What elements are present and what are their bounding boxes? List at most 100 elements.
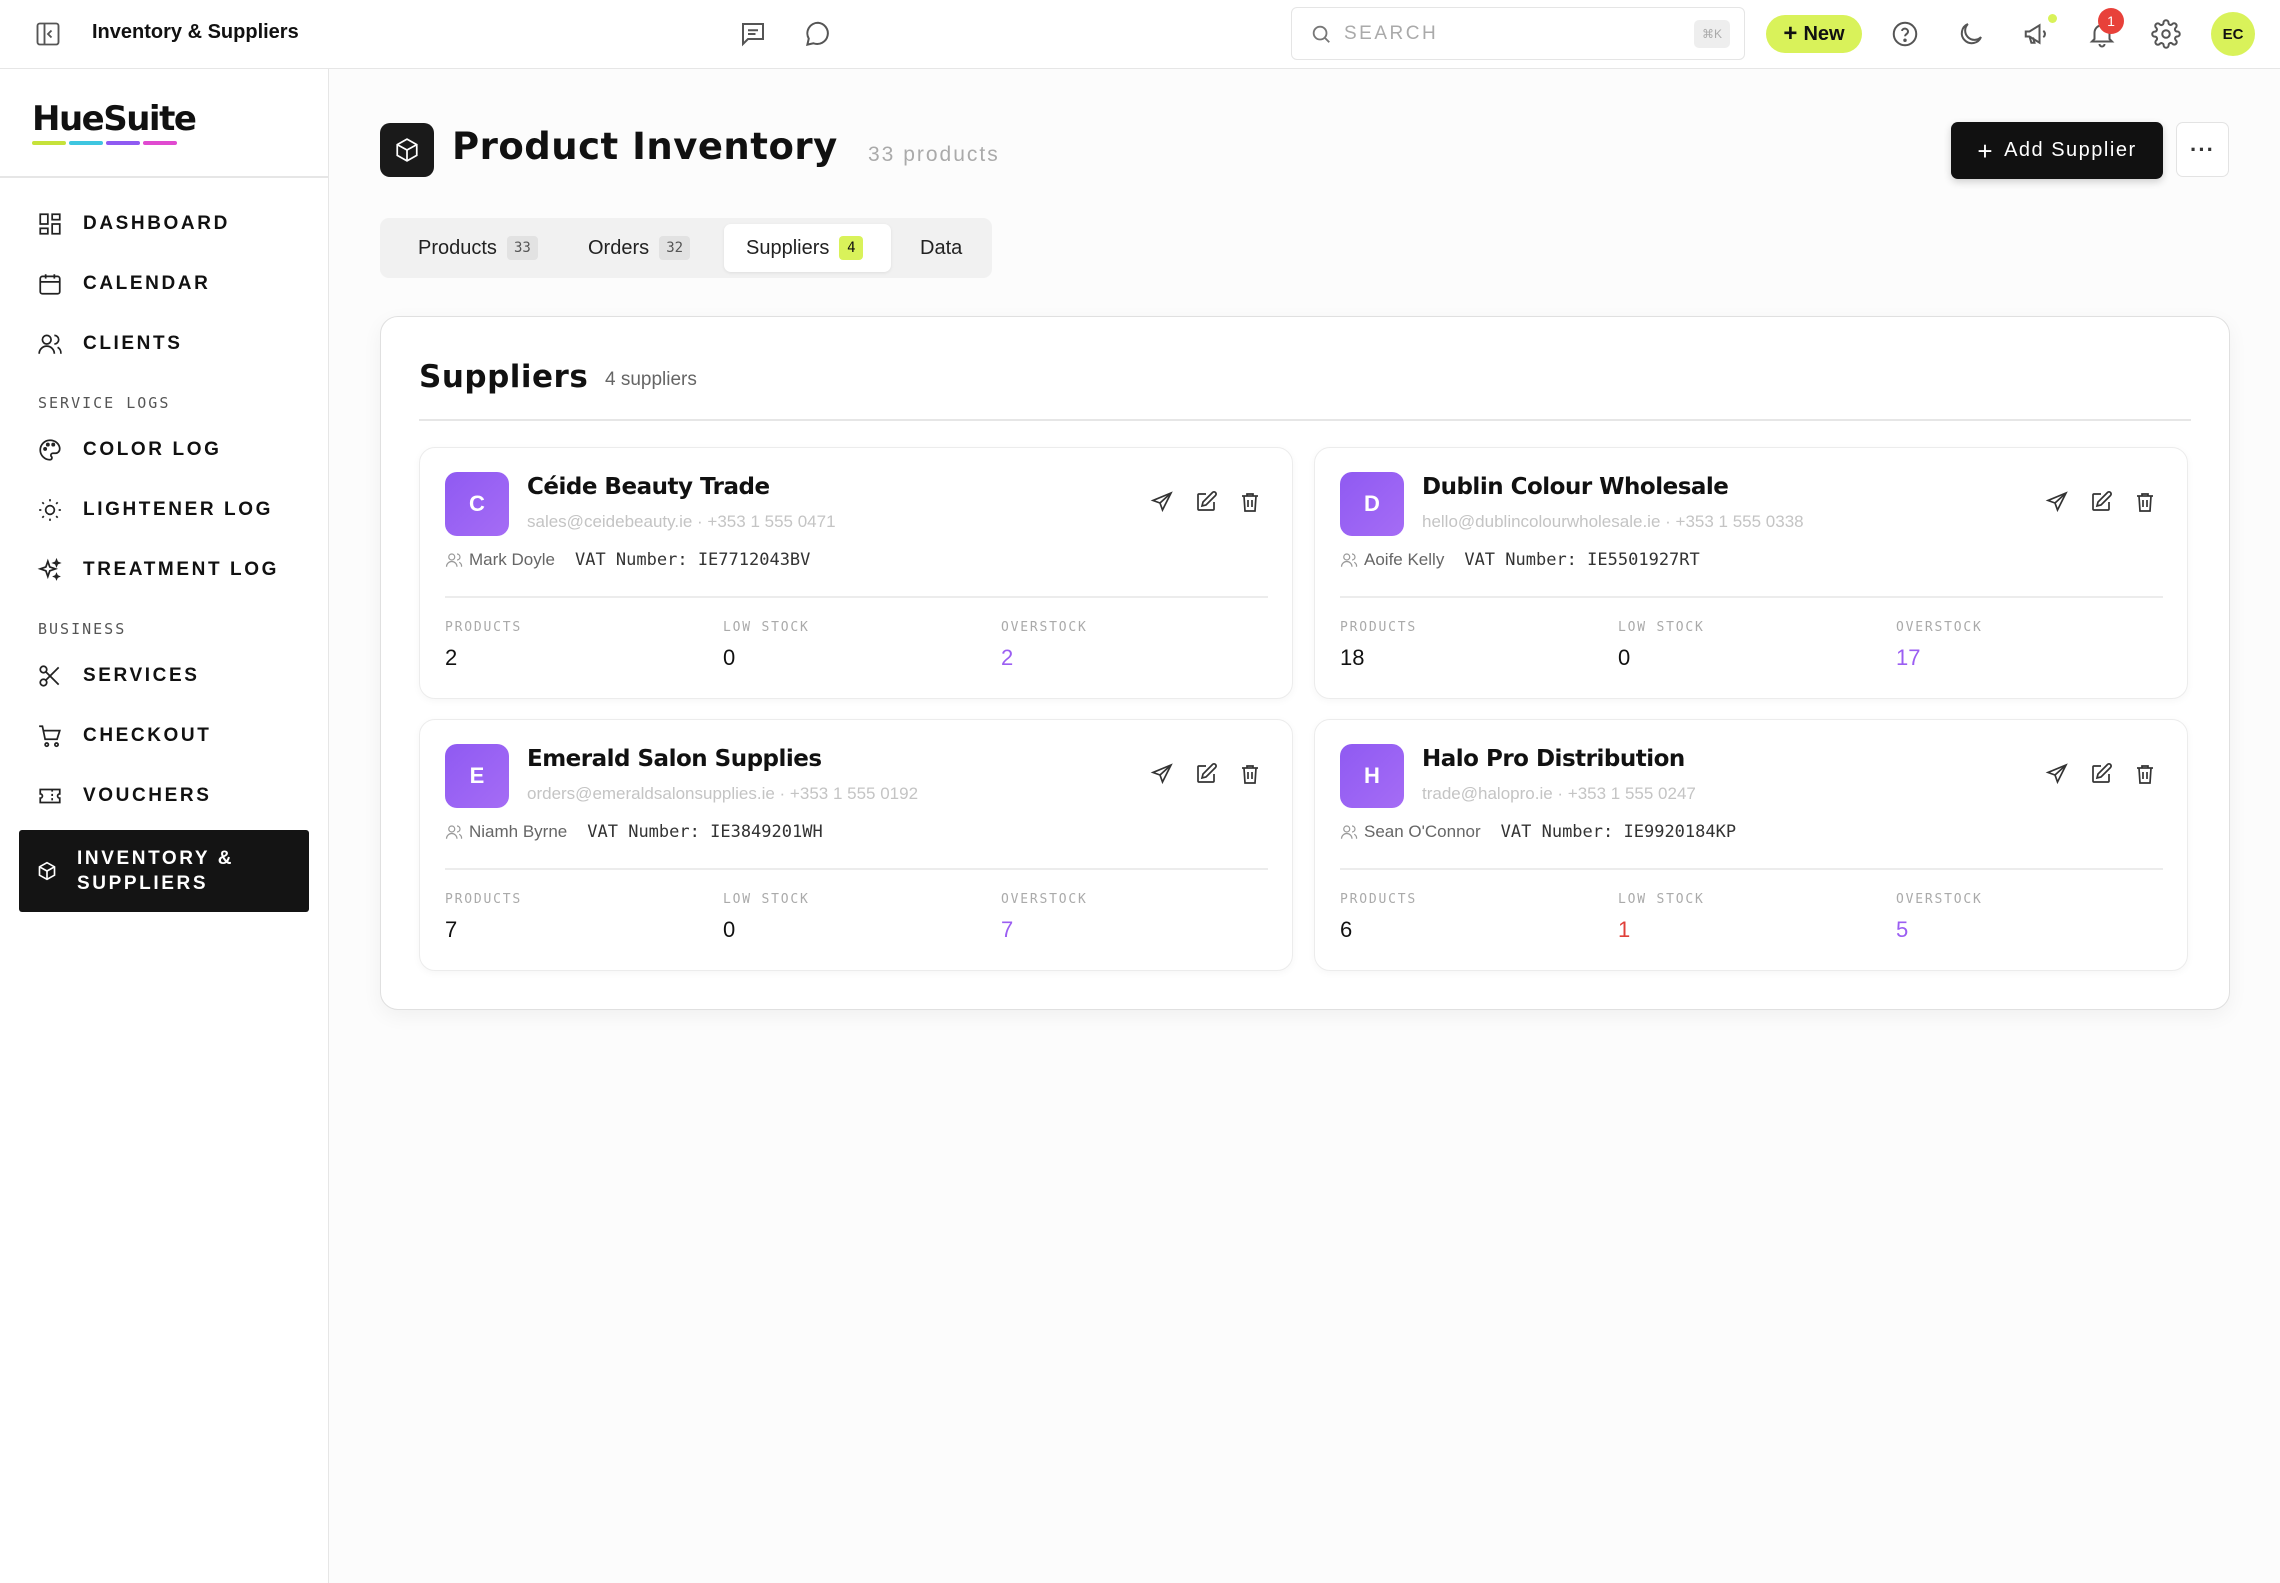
- messages-icon[interactable]: [738, 19, 768, 49]
- tab-count-badge: 32: [659, 236, 691, 260]
- supplier-meta: Aoife Kelly VAT Number: IE5501927RT: [1340, 550, 1700, 570]
- stat-overstock: OVERSTOCK 7: [1001, 892, 1088, 943]
- send-icon[interactable]: [2045, 490, 2069, 514]
- stat-products: PRODUCTS 2: [445, 620, 522, 671]
- card-divider: [445, 596, 1268, 598]
- edit-icon[interactable]: [1194, 490, 1218, 514]
- app-logo[interactable]: HueSuite: [32, 99, 197, 145]
- plus-icon: +: [1977, 135, 1995, 166]
- new-button[interactable]: + New: [1766, 15, 1862, 53]
- vat-number: VAT Number: IE7712043BV: [575, 550, 810, 570]
- chat-icon[interactable]: [803, 19, 833, 49]
- top-bar: Inventory & Suppliers ⌘K + New 1 EC: [0, 0, 2280, 69]
- vat-label: VAT Number:: [574, 550, 688, 570]
- tab-orders[interactable]: Orders 32: [556, 224, 710, 272]
- stat-value: 0: [1618, 645, 1631, 670]
- sidebar-item-label: COLOR LOG: [83, 439, 222, 460]
- add-supplier-button[interactable]: + Add Supplier: [1951, 122, 2163, 179]
- ticket-icon: [37, 783, 63, 809]
- sidebar-item-calendar[interactable]: CALENDAR: [19, 256, 309, 312]
- stat-value: 1: [1618, 917, 1631, 942]
- card-actions: [1150, 490, 1262, 514]
- panel-divider: [419, 419, 2191, 421]
- stat-value: 17: [1896, 645, 1921, 670]
- supplier-name: Halo Pro Distribution: [1422, 746, 1685, 772]
- sidebar-item-services[interactable]: SERVICES: [19, 648, 309, 704]
- help-icon[interactable]: [1890, 19, 1920, 49]
- product-count: 33 products: [868, 143, 1000, 166]
- supplier-meta: Niamh Byrne VAT Number: IE3849201WH: [445, 822, 823, 842]
- vat-number: VAT Number: IE9920184KP: [1501, 822, 1736, 842]
- settings-gear-icon[interactable]: [2151, 19, 2181, 49]
- trash-icon[interactable]: [1238, 490, 1262, 514]
- supplier-card: C Céide Beauty Trade sales@ceidebeauty.i…: [419, 447, 1293, 699]
- stat-value: 18: [1340, 645, 1365, 670]
- sidebar-toggle-icon[interactable]: [34, 20, 62, 48]
- stat-value: 5: [1896, 917, 1909, 942]
- edit-icon[interactable]: [2089, 762, 2113, 786]
- stat-label: LOW STOCK: [723, 892, 810, 907]
- user-avatar[interactable]: EC: [2211, 12, 2255, 56]
- contact-person: Niamh Byrne: [469, 822, 568, 841]
- sidebar-item-label: CLIENTS: [83, 333, 183, 354]
- sidebar-item-color-log[interactable]: COLOR LOG: [19, 422, 309, 478]
- stat-low-stock: LOW STOCK 0: [723, 892, 810, 943]
- user-icon: [1340, 823, 1358, 841]
- supplier-contact: hello@dublincolourwholesale.ie · +353 1 …: [1422, 512, 1804, 531]
- sidebar-item-checkout[interactable]: CHECKOUT: [19, 708, 309, 764]
- stat-label: OVERSTOCK: [1896, 892, 1983, 907]
- announcement-dot: [2048, 14, 2057, 23]
- contact-person: Sean O'Connor: [1364, 822, 1481, 841]
- search-bar[interactable]: ⌘K: [1291, 7, 1745, 60]
- search-input[interactable]: [1344, 22, 1694, 45]
- more-dots-icon: ···: [2190, 136, 2215, 162]
- stat-value: 0: [723, 645, 736, 670]
- stat-value: 2: [445, 645, 458, 670]
- supplier-avatar: C: [445, 472, 509, 536]
- stat-overstock: OVERSTOCK 17: [1896, 620, 1983, 671]
- edit-icon[interactable]: [2089, 490, 2113, 514]
- sidebar-item-lightener-log[interactable]: LIGHTENER LOG: [19, 482, 309, 538]
- tab-count-badge: 4: [839, 236, 864, 260]
- sidebar-item-clients[interactable]: CLIENTS: [19, 316, 309, 372]
- trash-icon[interactable]: [1238, 762, 1262, 786]
- stat-products: PRODUCTS 7: [445, 892, 522, 943]
- stat-overstock: OVERSTOCK 5: [1896, 892, 1983, 943]
- trash-icon[interactable]: [2133, 762, 2157, 786]
- announcements-icon[interactable]: [2022, 19, 2052, 49]
- stat-low-stock: LOW STOCK 0: [1618, 620, 1705, 671]
- supplier-card: H Halo Pro Distribution trade@halopro.ie…: [1314, 719, 2188, 971]
- vat-value: IE7712043BV: [697, 550, 811, 570]
- logo-color-bars: [32, 141, 195, 145]
- more-options-button[interactable]: ···: [2176, 122, 2229, 177]
- stat-label: LOW STOCK: [1618, 892, 1705, 907]
- sidebar-item-vouchers[interactable]: VOUCHERS: [19, 768, 309, 824]
- sidebar-item-label: TREATMENT LOG: [83, 559, 279, 580]
- dark-mode-icon[interactable]: [1956, 19, 1986, 49]
- window-title: Inventory & Suppliers: [92, 21, 299, 43]
- section-label-service-logs: SERVICE LOGS: [38, 394, 171, 412]
- send-icon[interactable]: [1150, 490, 1174, 514]
- trash-icon[interactable]: [2133, 490, 2157, 514]
- users-icon: [37, 331, 63, 357]
- tab-products[interactable]: Products 33: [390, 224, 560, 272]
- stat-label: PRODUCTS: [1340, 620, 1418, 635]
- sidebar-item-dashboard[interactable]: DASHBOARD: [19, 196, 309, 252]
- search-shortcut-badge: ⌘K: [1694, 19, 1730, 48]
- vat-number: VAT Number: IE5501927RT: [1464, 550, 1699, 570]
- stat-label: PRODUCTS: [1340, 892, 1418, 907]
- edit-icon[interactable]: [1194, 762, 1218, 786]
- calendar-icon: [37, 271, 63, 297]
- stat-value: 6: [1340, 917, 1353, 942]
- sidebar-item-inventory-suppliers[interactable]: INVENTORY & SUPPLIERS: [19, 830, 309, 912]
- tab-suppliers[interactable]: Suppliers 4: [724, 224, 891, 272]
- send-icon[interactable]: [2045, 762, 2069, 786]
- sidebar-item-treatment-log[interactable]: TREATMENT LOG: [19, 542, 309, 598]
- page-title: Product Inventory: [452, 125, 838, 168]
- scissors-icon: [37, 663, 63, 689]
- supplier-contact: orders@emeraldsalonsupplies.ie · +353 1 …: [527, 784, 919, 803]
- supplier-avatar: H: [1340, 744, 1404, 808]
- stat-value: 7: [445, 917, 458, 942]
- send-icon[interactable]: [1150, 762, 1174, 786]
- tab-data[interactable]: Data: [902, 224, 986, 272]
